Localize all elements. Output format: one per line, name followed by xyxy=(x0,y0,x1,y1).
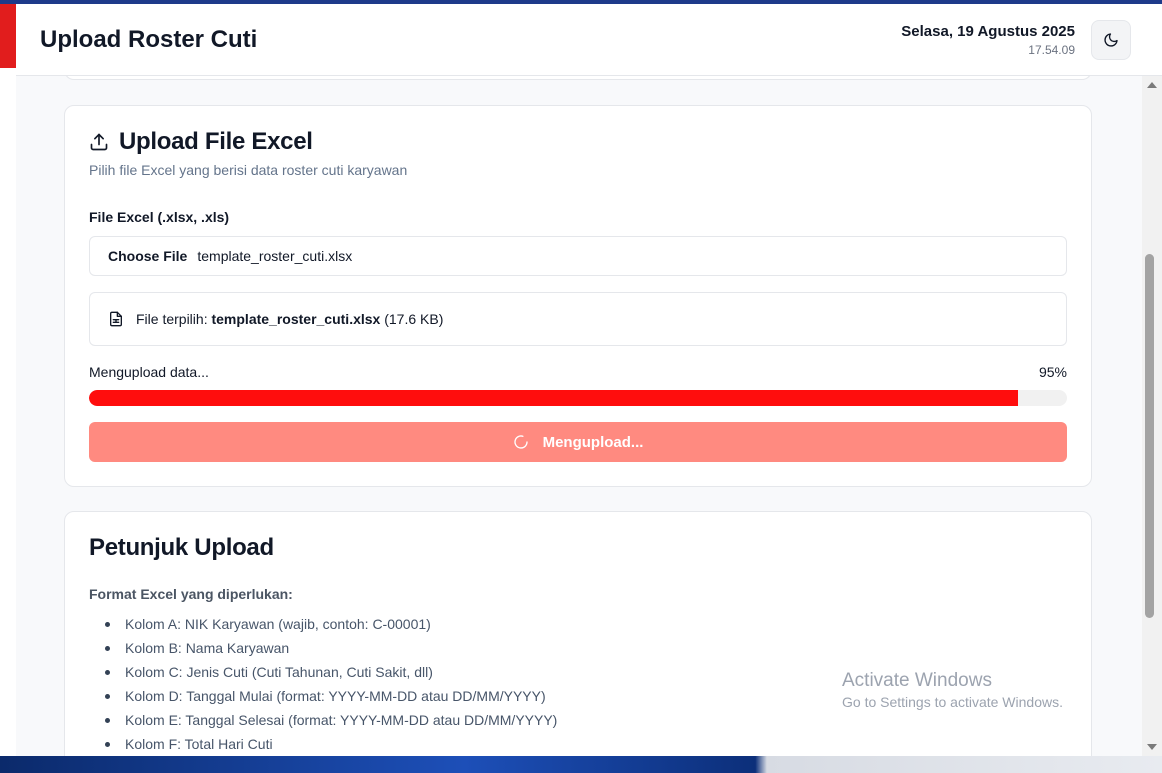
watermark-title: Activate Windows xyxy=(842,670,992,691)
progress-label: Mengupload data... xyxy=(89,364,209,380)
list-item: Kolom D: Tanggal Mulai (format: YYYY-MM-… xyxy=(89,684,557,708)
header-time: 17.54.09 xyxy=(1028,43,1075,57)
header-date: Selasa, 19 Agustus 2025 xyxy=(901,23,1075,40)
page-title: Upload Roster Cuti xyxy=(40,26,258,53)
progress-fill xyxy=(89,390,1019,406)
selected-file-text: File terpilih: template_roster_cuti.xlsx… xyxy=(136,311,443,327)
scrollbar[interactable] xyxy=(1142,76,1162,756)
upload-card-title: Upload File Excel xyxy=(89,128,313,156)
progress-percent: 95% xyxy=(1038,364,1067,380)
instructions-card-title: Petunjuk Upload xyxy=(89,534,274,562)
selected-file-prefix: File terpilih: xyxy=(136,311,208,327)
upload-card-heading: Upload File Excel xyxy=(119,128,313,155)
scroll-up-arrow-icon[interactable] xyxy=(1147,82,1157,88)
upload-button[interactable]: Mengupload... xyxy=(89,422,1067,462)
choose-file-button[interactable]: Choose File xyxy=(108,248,187,264)
loading-spinner-icon xyxy=(513,435,528,449)
selected-file-name: template_roster_cuti.xlsx xyxy=(211,311,381,327)
scroll-down-arrow-icon[interactable] xyxy=(1147,744,1157,750)
theme-toggle-button[interactable] xyxy=(1091,20,1131,60)
instructions-card: Petunjuk Upload Format Excel yang diperl… xyxy=(64,511,1092,756)
file-input[interactable]: Choose File template_roster_cuti.xlsx xyxy=(89,236,1067,276)
previous-card-edge xyxy=(64,76,1092,80)
upload-button-label: Mengupload... xyxy=(542,433,644,451)
list-item: Kolom B: Nama Karyawan xyxy=(89,636,557,660)
selected-file-info: File terpilih: template_roster_cuti.xlsx… xyxy=(89,292,1067,346)
list-item: Kolom F: Total Hari Cuti xyxy=(89,732,557,756)
upload-card-subtitle: Pilih file Excel yang berisi data roster… xyxy=(89,162,408,178)
progress-bar xyxy=(89,390,1067,406)
brand-accent-bar xyxy=(0,4,16,68)
activation-watermark: Activate Windows Go to Settings to activ… xyxy=(842,670,1063,710)
list-item: Kolom A: NIK Karyawan (wajib, contoh: C-… xyxy=(89,612,557,636)
scroll-thumb[interactable] xyxy=(1145,254,1154,618)
main-content: Upload File Excel Pilih file Excel yang … xyxy=(16,76,1142,756)
watermark-subtitle: Go to Settings to activate Windows. xyxy=(842,694,1063,710)
upload-card: Upload File Excel Pilih file Excel yang … xyxy=(64,105,1092,487)
file-spreadsheet-icon xyxy=(110,311,122,327)
list-item: Kolom E: Tanggal Selesai (format: YYYY-M… xyxy=(89,708,557,732)
instructions-heading: Petunjuk Upload xyxy=(89,534,274,561)
list-item: Kolom C: Jenis Cuti (Cuti Tahunan, Cuti … xyxy=(89,660,557,684)
file-field-label: File Excel (.xlsx, .xls) xyxy=(89,209,230,225)
moon-icon xyxy=(1104,33,1118,47)
upload-icon xyxy=(90,133,108,151)
selected-file-size: (17.6 KB) xyxy=(384,311,444,327)
format-list: Kolom A: NIK Karyawan (wajib, contoh: C-… xyxy=(89,612,557,756)
left-margin xyxy=(0,68,16,756)
taskbar xyxy=(0,756,1162,773)
page-header: Upload Roster Cuti Selasa, 19 Agustus 20… xyxy=(16,4,1162,76)
format-title: Format Excel yang diperlukan: xyxy=(89,586,293,602)
chosen-file-name: template_roster_cuti.xlsx xyxy=(197,248,353,264)
